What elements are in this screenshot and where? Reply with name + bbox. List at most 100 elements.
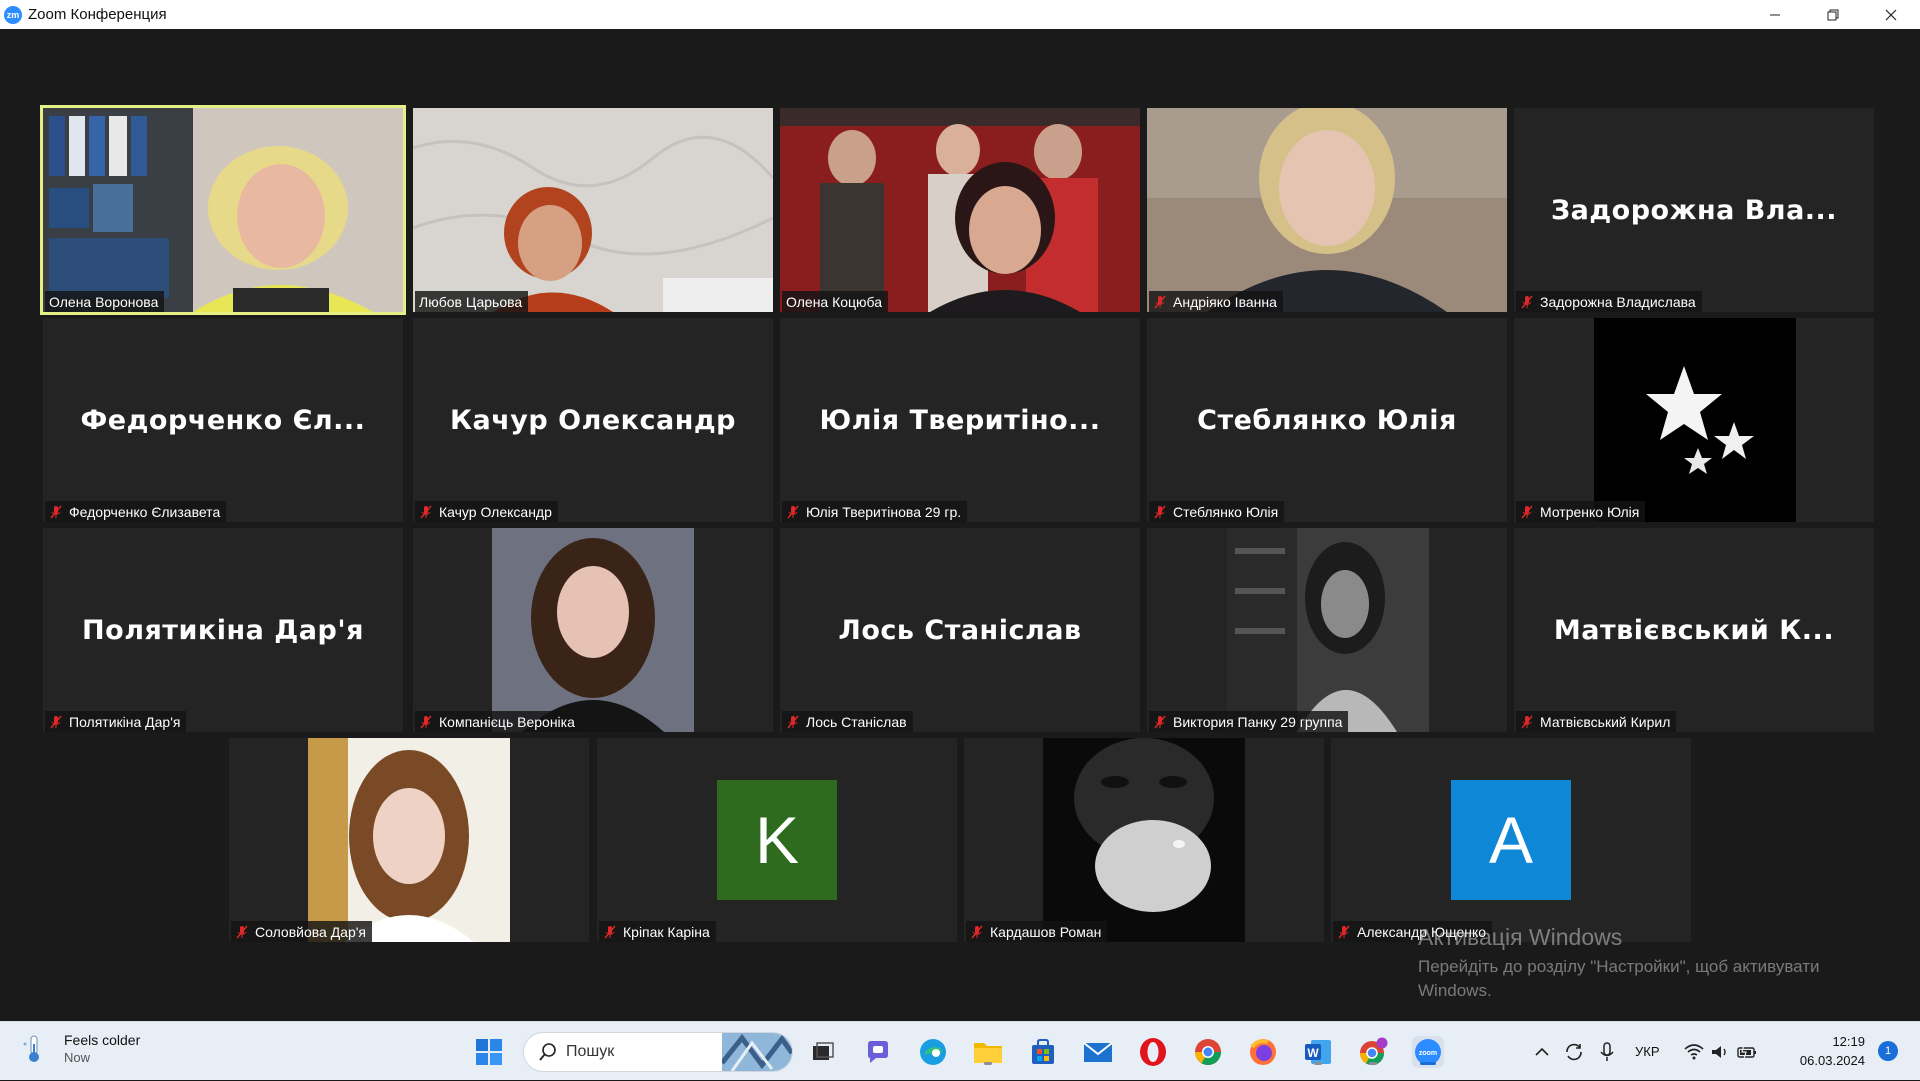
- participant-name-label: Виктория Панку 29 группа: [1149, 711, 1349, 732]
- windows-taskbar: Feels colder Now Пошук W zoom УКР 12:19 …: [0, 1021, 1920, 1080]
- mic-muted-icon: [1521, 505, 1533, 518]
- participant-video: [43, 108, 403, 312]
- minimize-button[interactable]: [1746, 0, 1804, 29]
- mic-muted-icon: [604, 925, 616, 938]
- participant-center-name: Задорожна Вла...: [1550, 194, 1838, 226]
- mic-muted-icon: [1521, 715, 1533, 728]
- participant-tile[interactable]: A Александр Ющенко: [1331, 738, 1691, 942]
- participant-name-label: Качур Олександр: [415, 501, 558, 522]
- task-view-icon: [813, 1042, 834, 1060]
- minimize-icon: [1770, 14, 1780, 15]
- participant-center-name: Федорченко Єл...: [80, 404, 366, 436]
- store-icon: [1032, 1039, 1054, 1064]
- volume-icon[interactable]: [1710, 1043, 1730, 1061]
- participant-profile-picture: [1043, 738, 1245, 942]
- firefox-icon: [1250, 1039, 1276, 1065]
- participant-tile[interactable]: Мотренко Юлія: [1514, 318, 1874, 522]
- zoom-button[interactable]: zoom: [1412, 1036, 1444, 1068]
- mic-muted-icon: [1338, 925, 1350, 938]
- participant-tile[interactable]: Задорожна Вла... Задорожна Владислава: [1514, 108, 1874, 312]
- opera-button[interactable]: [1137, 1036, 1169, 1068]
- mic-muted-icon: [971, 925, 983, 938]
- participant-tile[interactable]: Матвієвський К... Матвієвський Кирил: [1514, 528, 1874, 732]
- participant-video: [413, 108, 773, 312]
- restore-button[interactable]: [1804, 0, 1862, 29]
- participant-tile[interactable]: Виктория Панку 29 группа: [1147, 528, 1507, 732]
- mic-muted-icon: [1154, 715, 1166, 728]
- mic-muted-icon: [420, 715, 432, 728]
- edge-icon: [920, 1039, 946, 1065]
- firefox-button[interactable]: [1247, 1036, 1279, 1068]
- zoom-app-icon: zm: [4, 5, 22, 24]
- windows-logo-icon: [476, 1039, 502, 1065]
- mail-icon: [1083, 1042, 1113, 1062]
- participant-tile[interactable]: K Кріпак Каріна: [597, 738, 957, 942]
- participant-tile[interactable]: Полятикіна Дар'я Полятикіна Дар'я: [43, 528, 403, 732]
- running-indicator: [984, 1062, 992, 1065]
- svg-text:W: W: [1307, 1046, 1319, 1060]
- mail-button[interactable]: [1082, 1036, 1114, 1068]
- close-button[interactable]: [1862, 0, 1920, 29]
- participant-center-name: Полятикіна Дар'я: [82, 614, 364, 646]
- participant-tile[interactable]: Кардашов Роман: [964, 738, 1324, 942]
- mic-muted-icon: [236, 925, 248, 938]
- mic-muted-icon: [787, 715, 799, 728]
- participant-center-name: Матвієвський К...: [1553, 614, 1835, 646]
- meeting-gallery: Олена Воронова Любов Царьова Олена Коцюб…: [0, 29, 1920, 1021]
- restore-icon: [1827, 9, 1839, 20]
- participant-tile[interactable]: Юлія Тверитіно... Юлія Тверитінова 29 гр…: [780, 318, 1140, 522]
- wifi-icon[interactable]: [1683, 1043, 1704, 1061]
- participant-profile-picture: [1227, 528, 1429, 732]
- participant-name-label: Стеблянко Юлія: [1149, 501, 1285, 522]
- chevron-up-icon[interactable]: [1533, 1043, 1551, 1061]
- search-input[interactable]: [566, 1043, 716, 1061]
- keyboard-language[interactable]: УКР: [1635, 1044, 1660, 1059]
- chrome-button[interactable]: [1192, 1036, 1224, 1068]
- microphone-icon[interactable]: [1597, 1041, 1617, 1063]
- mic-muted-icon: [50, 715, 62, 728]
- mic-muted-icon: [420, 505, 432, 518]
- start-button[interactable]: [473, 1036, 505, 1068]
- weather-subtitle: Now: [64, 1050, 91, 1065]
- participant-tile[interactable]: Андріяко Іванна: [1147, 108, 1507, 312]
- participant-name-label: Лось Станіслав: [782, 711, 913, 732]
- participant-name-label: Соловйова Дар'я: [231, 921, 373, 942]
- participant-name-label: Андріяко Іванна: [1149, 291, 1283, 312]
- participant-tile[interactable]: Федорченко Єл... Федорченко Єлизавета: [43, 318, 403, 522]
- chrome-icon: [1194, 1039, 1222, 1066]
- participant-tile[interactable]: Олена Воронова: [40, 105, 406, 315]
- chrome-profile-button[interactable]: [1357, 1036, 1389, 1068]
- edge-button[interactable]: [917, 1036, 949, 1068]
- participant-name-label: Олена Воронова: [45, 291, 165, 312]
- microsoft-store-button[interactable]: [1027, 1036, 1059, 1068]
- close-icon: [1885, 9, 1897, 20]
- participant-name-label: Кріпак Каріна: [599, 921, 716, 942]
- participant-tile[interactable]: Соловйова Дар'я: [229, 738, 589, 942]
- window-controls: [1746, 0, 1920, 29]
- participant-center-name: Юлія Тверитіно...: [819, 404, 1101, 436]
- word-button[interactable]: W: [1302, 1036, 1334, 1068]
- running-indicator: [1369, 1062, 1377, 1065]
- participant-tile[interactable]: Любов Царьова: [413, 108, 773, 312]
- participant-name-label: Матвієвський Кирил: [1516, 711, 1677, 732]
- battery-icon[interactable]: [1736, 1043, 1758, 1061]
- windows-activation-subtitle: Перейдіть до розділу "Настройки", щоб ак…: [1418, 957, 1820, 1000]
- participant-avatar: K: [717, 780, 837, 900]
- weather-widget[interactable]: Feels colder Now: [22, 1032, 140, 1065]
- participant-tile[interactable]: Качур Олександр Качур Олександр: [413, 318, 773, 522]
- sync-icon[interactable]: [1563, 1041, 1585, 1063]
- participant-video: [780, 108, 1140, 312]
- participant-tile[interactable]: Олена Коцюба: [780, 108, 1140, 312]
- participant-center-name: Качур Олександр: [449, 404, 737, 436]
- notification-badge[interactable]: 1: [1878, 1041, 1898, 1061]
- participant-tile[interactable]: Стеблянко Юлія Стеблянко Юлія: [1147, 318, 1507, 522]
- participant-tile[interactable]: Лось Станіслав Лось Станіслав: [780, 528, 1140, 732]
- file-explorer-button[interactable]: [972, 1036, 1004, 1068]
- participant-video: [1147, 108, 1507, 312]
- task-view-button[interactable]: [807, 1036, 839, 1068]
- taskbar-clock[interactable]: 12:19 06.03.2024: [1800, 1032, 1865, 1070]
- teams-chat-button[interactable]: [862, 1036, 894, 1068]
- participant-tile[interactable]: Компанієць Вероніка: [413, 528, 773, 732]
- taskbar-search[interactable]: [523, 1032, 793, 1072]
- participant-name-label: Компанієць Вероніка: [415, 711, 581, 732]
